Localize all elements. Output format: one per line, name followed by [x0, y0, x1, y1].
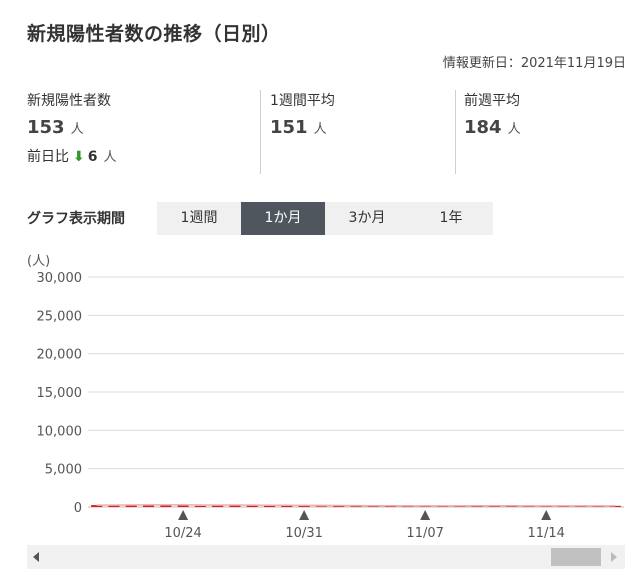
stat-previous-week-average: 前週平均 184 人	[464, 90, 624, 176]
tab-1-year[interactable]: 1年	[409, 202, 493, 235]
period-label: グラフ表示期間	[27, 211, 125, 227]
divider	[455, 90, 456, 174]
bar	[194, 505, 206, 507]
y-tick-label: 0	[74, 501, 82, 516]
cases-chart: (人) 0 5,000 10,000 15,000 20,000 25,000 30,000…	[27, 254, 624, 541]
y-tick-label: 10,000	[37, 424, 83, 439]
tab-1-week[interactable]: 1週間	[157, 202, 241, 235]
x-tick-label: 10/24	[164, 526, 201, 541]
scrollbar-thumb[interactable]	[551, 548, 601, 566]
x-tick-label: 11/07	[406, 526, 443, 541]
y-tick-label: 30,000	[37, 271, 83, 286]
x-tick-marker	[299, 510, 310, 520]
y-tick-label: 15,000	[37, 386, 83, 401]
arrow-down-icon: ⬇	[73, 149, 85, 165]
scroll-right-icon[interactable]	[611, 552, 617, 562]
y-tick-label: 5,000	[45, 463, 82, 478]
x-tick-label: 10/31	[285, 526, 322, 541]
average-line-path	[96, 504, 616, 507]
stat-label: 新規陽性者数	[27, 93, 111, 109]
x-tick-marker	[541, 510, 552, 520]
tab-1-month[interactable]: 1か月	[241, 202, 325, 235]
period-tabs: 1週間 1か月 3か月 1年	[157, 202, 493, 235]
stat-label: 1週間平均	[270, 93, 335, 109]
average-line	[96, 504, 616, 507]
y-tick-label: 25,000	[37, 309, 83, 324]
x-tick-label: 11/14	[527, 526, 564, 541]
bar	[315, 506, 327, 507]
x-tick-marker	[178, 510, 189, 520]
stat-value: 151 人	[270, 117, 327, 138]
x-tick-marker	[420, 510, 431, 520]
x-axis: 10/24 10/31 11/07 11/14	[164, 510, 565, 541]
scroll-left-icon[interactable]	[33, 552, 39, 562]
horizontal-scrollbar[interactable]	[27, 545, 625, 569]
stat-label: 前週平均	[464, 93, 520, 109]
diff-value: 6	[87, 149, 98, 165]
tab-3-months[interactable]: 3か月	[325, 202, 409, 235]
update-date: 情報更新日：2021年11月19日	[442, 56, 626, 71]
stat-weekly-average: 1週間平均 151 人	[270, 90, 450, 176]
divider	[260, 90, 261, 174]
grid	[88, 276, 624, 508]
diff-label: 前日比	[27, 149, 69, 165]
y-axis: 0 5,000 10,000 15,000 20,000 25,000 30,000	[37, 271, 83, 516]
stat-value: 184 人	[464, 117, 521, 138]
page-title: 新規陽性者数の推移（日別）	[27, 23, 281, 45]
y-axis-unit: (人)	[27, 254, 50, 269]
stat-diff: 前日比 ⬇ 6 人	[27, 149, 117, 165]
y-tick-label: 20,000	[37, 348, 83, 363]
stat-value: 153 人	[27, 117, 84, 138]
stat-new-cases: 新規陽性者数 153 人 前日比 ⬇ 6 人	[27, 90, 257, 176]
